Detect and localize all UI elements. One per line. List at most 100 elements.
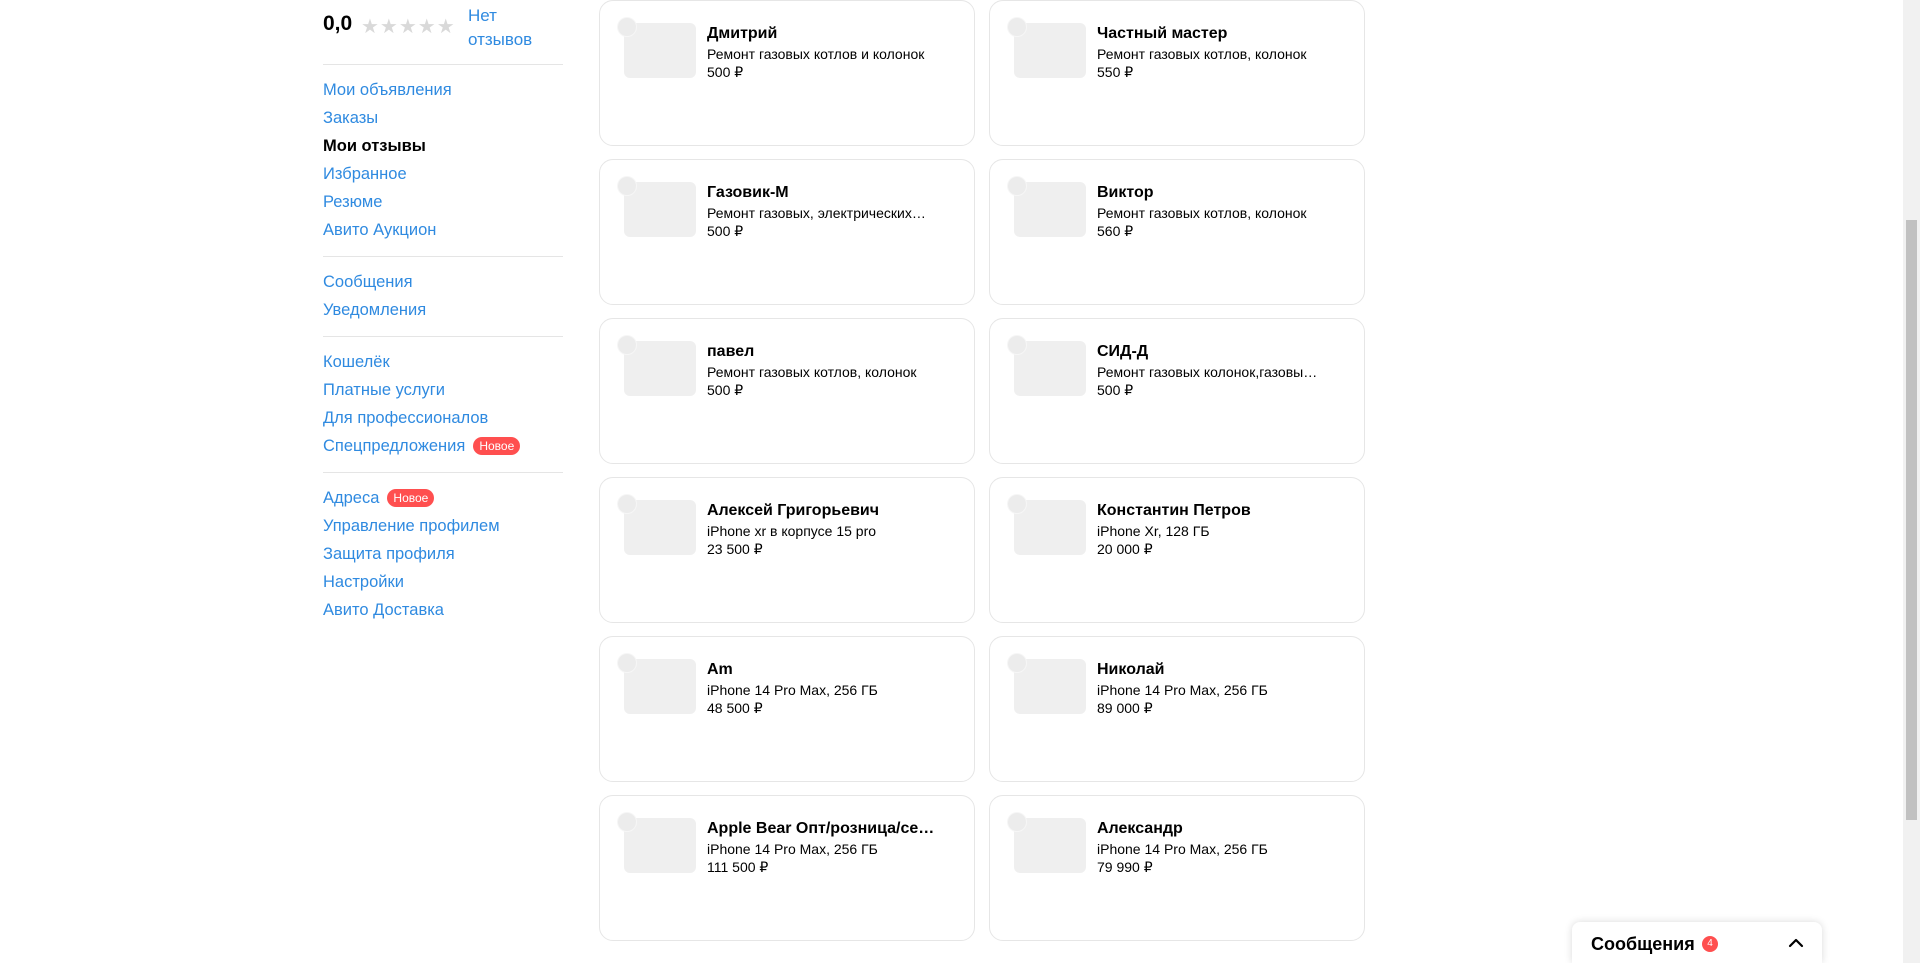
seller-name: павел <box>707 343 755 360</box>
review-card[interactable]: Константин Петров iPhone Xr, 128 ГБ 20 0… <box>989 477 1365 623</box>
unread-count-badge: 4 <box>1702 936 1718 952</box>
page: 0,0 ★★★★★ Нет отзывов Мои объявления Зак… <box>0 0 1920 963</box>
review-card[interactable]: Дмитрий Ремонт газовых котлов и колонок … <box>599 0 975 146</box>
nav-group-communication: Сообщения Уведомления <box>323 268 563 324</box>
sidebar-item-orders[interactable]: Заказы <box>323 104 563 132</box>
avatar <box>1007 176 1027 196</box>
avatar <box>1007 335 1027 355</box>
review-card[interactable]: Am iPhone 14 Pro Max, 256 ГБ 48 500 ₽ <box>599 636 975 782</box>
sidebar-item-my-reviews[interactable]: Мои отзывы <box>323 132 563 160</box>
nav-group-finance: Кошелёк Платные услуги Для профессионало… <box>323 348 563 460</box>
item-price: 79 990 ₽ <box>1097 859 1153 875</box>
seller-name: Александр <box>1097 820 1183 837</box>
divider <box>323 64 563 65</box>
seller-name: Дмитрий <box>707 25 778 42</box>
review-card[interactable]: Алексей Григорьевич iPhone xr в корпусе … <box>599 477 975 623</box>
sidebar-item-profile-protection[interactable]: Защита профиля <box>323 540 563 568</box>
avatar <box>617 494 637 514</box>
sidebar-item-my-ads[interactable]: Мои объявления <box>323 76 563 104</box>
sidebar-item-settings[interactable]: Настройки <box>323 568 563 596</box>
divider <box>323 336 563 337</box>
sidebar-item-wallet[interactable]: Кошелёк <box>323 348 563 376</box>
review-card[interactable]: Николай iPhone 14 Pro Max, 256 ГБ 89 000… <box>989 636 1365 782</box>
avatar <box>617 17 637 37</box>
nav-group-main: Мои объявления Заказы Мои отзывы Избранн… <box>323 76 563 244</box>
item-title: Ремонт газовых котлов и колонок <box>707 46 925 62</box>
no-reviews-link[interactable]: Нет отзывов <box>468 4 548 52</box>
item-title: iPhone Xr, 128 ГБ <box>1097 523 1210 539</box>
seller-name: Николай <box>1097 661 1165 678</box>
sidebar-item-for-professionals[interactable]: Для профессионалов <box>323 404 563 432</box>
sidebar-item-special-offers[interactable]: Спецпредложения Новое <box>323 432 563 460</box>
nav-group-settings: Адреса Новое Управление профилем Защита … <box>323 484 563 624</box>
sidebar-item-paid-services[interactable]: Платные услуги <box>323 376 563 404</box>
avatar <box>1007 653 1027 673</box>
item-title: Ремонт газовых котлов, колонок <box>707 364 917 380</box>
item-price: 500 ₽ <box>707 223 744 239</box>
item-title: iPhone 14 Pro Max, 256 ГБ <box>1097 682 1268 698</box>
new-badge: Новое <box>473 437 521 455</box>
review-card[interactable]: СИД-Д Ремонт газовых колонок,газовых кот… <box>989 318 1365 464</box>
seller-name: Am <box>707 661 733 678</box>
new-badge: Новое <box>387 489 435 507</box>
seller-name: Виктор <box>1097 184 1154 201</box>
rating-stars-icon: ★★★★★ <box>361 16 456 38</box>
rating-row: 0,0 ★★★★★ Нет отзывов <box>323 0 563 52</box>
item-title: iPhone xr в корпусе 15 pro <box>707 523 877 539</box>
item-title: iPhone 14 Pro Max, 256 ГБ <box>707 682 878 698</box>
divider <box>323 472 563 473</box>
scrollbar[interactable] <box>1903 0 1920 963</box>
item-price: 550 ₽ <box>1097 64 1134 80</box>
messages-widget[interactable]: Сообщения 4 <box>1572 922 1822 963</box>
item-price: 89 000 ₽ <box>1097 700 1153 716</box>
sidebar-item-messages[interactable]: Сообщения <box>323 268 563 296</box>
seller-name: Алексей Григорьевич <box>707 502 880 519</box>
avatar <box>617 176 637 196</box>
item-title: Ремонт газовых колонок,газовых котлов <box>1097 364 1319 380</box>
item-title: Ремонт газовых котлов, колонок <box>1097 205 1307 221</box>
avatar <box>617 335 637 355</box>
review-card[interactable]: Газовик-М Ремонт газовых, электрических … <box>599 159 975 305</box>
item-price: 48 500 ₽ <box>707 700 763 716</box>
review-card[interactable]: Виктор Ремонт газовых котлов, колонок 56… <box>989 159 1365 305</box>
item-price: 500 ₽ <box>707 382 744 398</box>
review-card[interactable]: павел Ремонт газовых котлов, колонок 500… <box>599 318 975 464</box>
avatar <box>1007 812 1027 832</box>
item-price: 20 000 ₽ <box>1097 541 1153 557</box>
sidebar-item-label: Адреса <box>323 488 380 507</box>
item-price: 560 ₽ <box>1097 223 1134 239</box>
sidebar-item-label: Спецпредложения <box>323 436 466 455</box>
messages-widget-label: Сообщения <box>1591 934 1695 954</box>
review-card[interactable]: Александр iPhone 14 Pro Max, 256 ГБ 79 9… <box>989 795 1365 941</box>
seller-name: Apple Bear Опт/розница/сервис <box>707 820 937 837</box>
item-price: 111 500 ₽ <box>707 859 769 875</box>
review-card[interactable]: Apple Bear Опт/розница/сервис iPhone 14 … <box>599 795 975 941</box>
item-title: iPhone 14 Pro Max, 256 ГБ <box>1097 841 1268 857</box>
chevron-up-icon[interactable] <box>1786 933 1806 953</box>
item-title: Ремонт газовых котлов, колонок <box>1097 46 1307 62</box>
avatar <box>1007 494 1027 514</box>
divider <box>323 256 563 257</box>
seller-name: Частный мастер <box>1097 25 1228 42</box>
sidebar-item-avito-delivery[interactable]: Авито Доставка <box>323 596 563 624</box>
avatar <box>617 653 637 673</box>
review-card[interactable]: Частный мастер Ремонт газовых котлов, ко… <box>989 0 1365 146</box>
sidebar-item-profile-management[interactable]: Управление профилем <box>323 512 563 540</box>
item-title: iPhone 14 Pro Max, 256 ГБ <box>707 841 878 857</box>
avatar <box>1007 17 1027 37</box>
seller-name: Константин Петров <box>1097 502 1251 519</box>
seller-name: Газовик-М <box>707 184 789 201</box>
sidebar-item-resume[interactable]: Резюме <box>323 188 563 216</box>
item-price: 500 ₽ <box>1097 382 1134 398</box>
sidebar-item-auction[interactable]: Авито Аукцион <box>323 216 563 244</box>
sidebar: 0,0 ★★★★★ Нет отзывов Мои объявления Зак… <box>323 0 563 624</box>
item-price: 23 500 ₽ <box>707 541 763 557</box>
sidebar-item-addresses[interactable]: Адреса Новое <box>323 484 563 512</box>
avatar <box>617 812 637 832</box>
item-price: 500 ₽ <box>707 64 744 80</box>
scrollbar-thumb[interactable] <box>1906 220 1917 820</box>
seller-name: СИД-Д <box>1097 343 1149 360</box>
sidebar-item-notifications[interactable]: Уведомления <box>323 296 563 324</box>
sidebar-item-favorites[interactable]: Избранное <box>323 160 563 188</box>
item-title: Ремонт газовых, электрических котлов <box>707 205 929 221</box>
